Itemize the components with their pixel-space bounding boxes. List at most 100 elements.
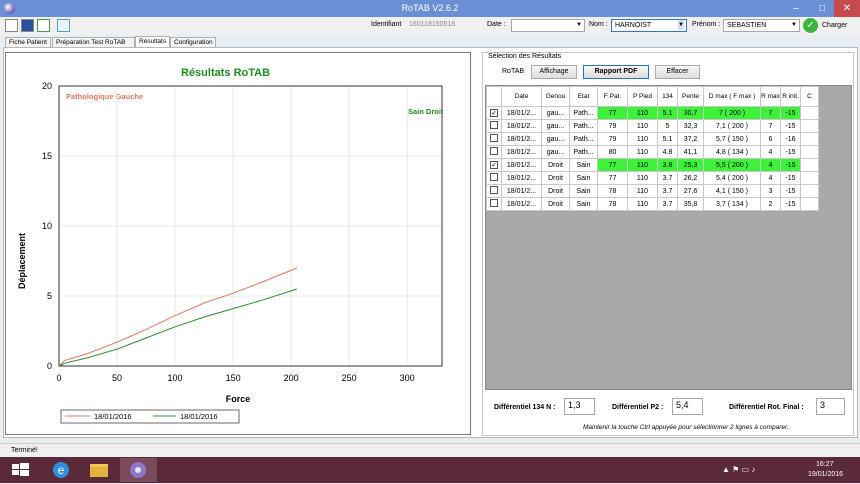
cell-c134: 3.8 [657,158,678,172]
column-header[interactable]: R init. [780,86,801,107]
cell-genou: Droit [541,171,570,185]
row-select-cell[interactable] [486,145,502,159]
cell-c [800,184,819,198]
row-checkbox[interactable] [490,186,498,194]
row-checkbox[interactable] [490,147,498,155]
cell-etat: Sain [569,197,598,211]
column-header[interactable]: R max [760,86,781,107]
prenom-select[interactable]: SEBASTIEN ▼ [723,19,800,32]
column-header[interactable]: P Pied [627,86,658,107]
column-header[interactable]: C [800,86,819,107]
file-explorer-icon[interactable] [82,458,116,482]
table-row[interactable]: 18/01/2... gau... Path... 80 110 4.8 41,1 4,8 (… [486,145,819,159]
cell-c134: 3.7 [657,197,678,211]
cell-pente: 32,3 [677,119,704,133]
cell-fpat: 80 [597,145,628,159]
affichage-button[interactable]: Affichage [531,65,577,79]
effacer-button[interactable]: Effacer [655,65,700,79]
dropdown-arrow-icon[interactable]: ▼ [678,20,684,30]
cell-c [800,145,819,159]
row-select-cell[interactable] [486,171,502,185]
refresh-icon[interactable] [37,19,50,32]
table-row[interactable]: 18/01/2... gau... Path... 79 110 5 32,3 7,1 ( 2… [486,119,819,133]
date-field[interactable]: ▼ [511,19,585,32]
save-icon[interactable] [21,19,34,32]
diffrot-field[interactable]: 3 [816,398,845,415]
cell-pente: 30,7 [677,106,704,120]
nom-select[interactable]: HARNOIST ▼ [611,19,687,32]
cell-rinit: -16 [780,132,801,146]
series-line-2 [58,288,298,367]
section-title: Sélection des Résultats [488,53,562,60]
diff134-field[interactable]: 1,3 [564,398,595,415]
taskbar: e ▲ ⚑ ▭ ♪ 16:27 19/01/2016 [0,457,860,483]
cell-ppied: 110 [627,145,658,159]
start-windows-icon[interactable] [4,458,38,482]
table-row[interactable]: 18/01/2... Droit Sain 77 110 3.7 26,2 5,4 ( 200… [486,171,819,185]
column-header[interactable]: Date [501,86,542,107]
row-checkbox[interactable] [490,121,498,129]
table-row[interactable]: ✓ 18/01/2... gau... Path... 77 110 5.1 30,7 7 ( … [486,106,819,120]
tool-icon[interactable] [57,19,70,32]
y-tick-label: 5 [47,291,52,301]
chart-title: Résultats RoTAB [181,67,270,79]
cell-etat: Path... [569,132,598,146]
cell-genou: gau... [541,119,570,133]
tray-icons[interactable]: ▲ ⚑ ▭ ♪ [722,465,755,474]
row-select-cell[interactable] [486,184,502,198]
column-header[interactable]: D max ( F max ) [703,86,761,107]
table-row[interactable]: 18/01/2... gau... Path... 79 110 5.1 37,2 5,7 (… [486,132,819,146]
column-header[interactable]: 134 [657,86,678,107]
cell-ppied: 110 [627,171,658,185]
new-file-icon[interactable] [5,19,18,32]
close-button[interactable]: ✕ [834,0,860,17]
dropdown-arrow-icon[interactable]: ▼ [576,20,582,30]
row-select-cell[interactable] [486,197,502,211]
diffp2-field[interactable]: 5,4 [672,398,703,415]
cell-c134: 5 [657,119,678,133]
cell-c134: 5.1 [657,106,678,120]
clock-time: 16:27 [816,461,834,468]
internet-explorer-icon[interactable]: e [44,458,78,482]
toolbar: Identifiant 160118150518 Date : ▼ Nom : … [0,17,860,35]
rotab-app-icon[interactable] [120,458,157,482]
row-checkbox[interactable] [490,199,498,207]
column-header[interactable]: Pente [677,86,704,107]
row-checkbox[interactable]: ✓ [490,161,498,169]
cell-ppied: 110 [627,119,658,133]
row-select-cell[interactable]: ✓ [486,106,502,120]
x-tick-label: 0 [56,373,61,383]
rotab-tab[interactable]: RoTAB [502,68,524,75]
results-grid[interactable]: Date Genou Etat F Pat. P Pied 134 Pente D max (… [485,85,852,390]
results-chart: Résultats RoTAB Pathologique Gauche Sain… [17,67,444,424]
row-checkbox[interactable] [490,173,498,181]
row-checkbox[interactable] [490,134,498,142]
cell-ppied: 110 [627,132,658,146]
maximize-button[interactable]: □ [809,0,835,17]
row-select-cell[interactable]: ✓ [486,158,502,172]
row-select-cell[interactable] [486,132,502,146]
column-header[interactable]: Etat [569,86,598,107]
rapport-pdf-button[interactable]: Rapport PDF [583,65,649,79]
charger-button[interactable]: Charger [822,22,847,29]
dropdown-arrow-icon[interactable]: ▼ [791,20,797,30]
annotation-sain: Sain Droit [408,107,444,116]
y-tick-label: 0 [47,361,52,371]
check-icon[interactable]: ✓ [803,18,818,33]
table-row[interactable]: 18/01/2... Droit Sain 78 110 3.7 27,6 4,1 ( 150… [486,184,819,198]
row-checkbox[interactable]: ✓ [490,109,498,117]
chart-series [58,267,298,367]
cell-date: 18/01/2... [501,197,542,211]
cell-pente: 27,6 [677,184,704,198]
column-header[interactable]: Genou [541,86,570,107]
cell-fpat: 77 [597,158,628,172]
table-row[interactable]: 18/01/2... Droit Sain 78 110 3.7 35,8 3,7 ( 134… [486,197,819,211]
table-row[interactable]: ✓ 18/01/2... Droit Sain 77 110 3.8 25,3 5,5 ( 20… [486,158,819,172]
minimize-button[interactable]: – [783,0,809,17]
cell-date: 18/01/2... [501,158,542,172]
y-axis-label: Déplacement [17,233,27,289]
column-header[interactable]: F Pat. [597,86,628,107]
cell-dmax: 3,7 ( 134 ) [703,197,761,211]
row-select-cell[interactable] [486,119,502,133]
legend-label-1: 18/01/2016 [94,412,132,421]
